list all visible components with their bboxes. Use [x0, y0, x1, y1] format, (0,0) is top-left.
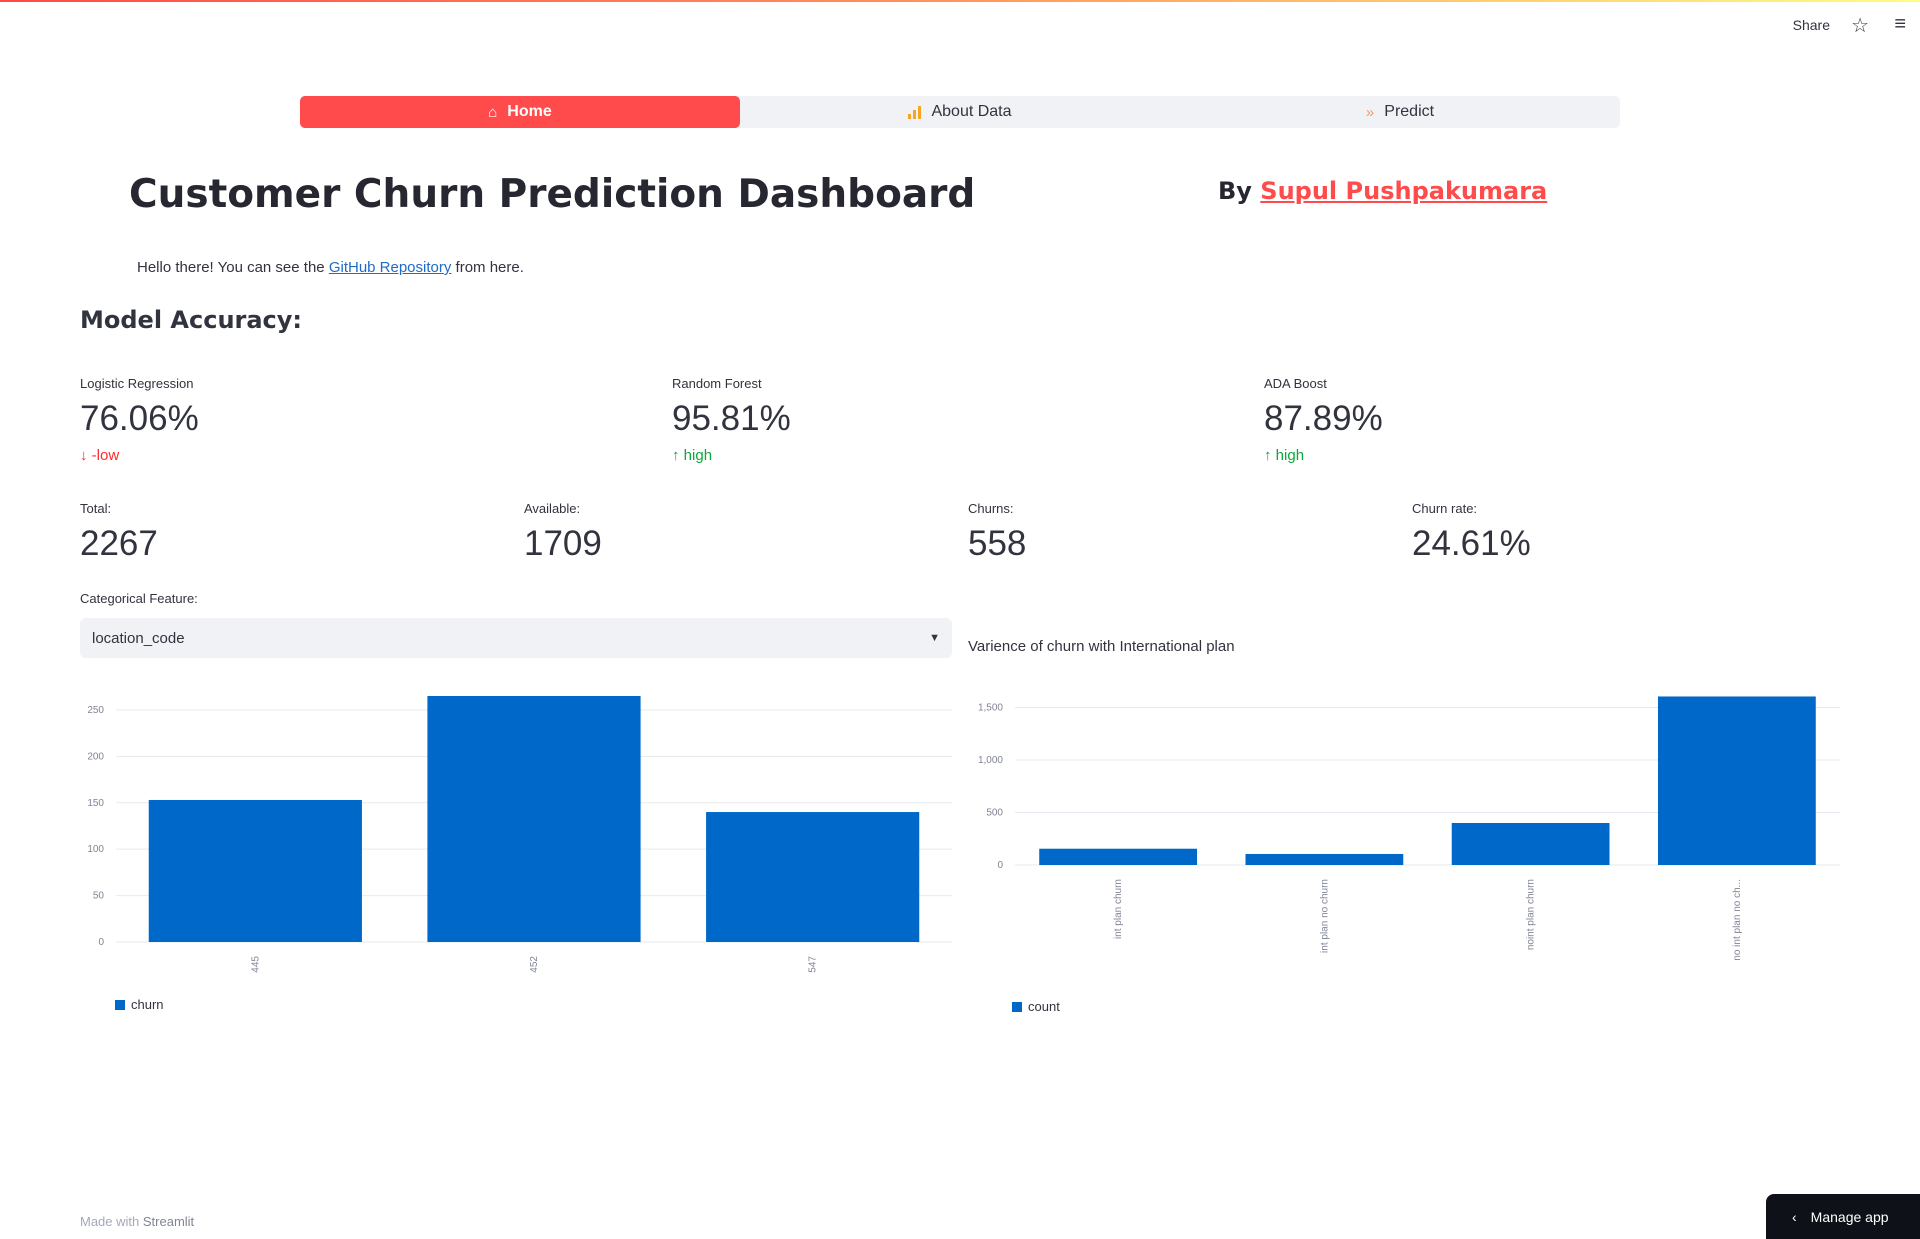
bar-1-0	[148, 799, 362, 942]
churn-by-feature-chart: 0 50 100 150 200 250 445 452 547 churn	[87, 696, 952, 1012]
metric-label: ADA Boost	[1264, 376, 1327, 391]
nav-home[interactable]: ⌂ Home	[300, 96, 740, 128]
chevron-double-right-icon: »	[1365, 103, 1375, 121]
bar-chart-icon	[908, 105, 922, 119]
bar-1-2	[706, 812, 920, 942]
bar-1-1	[427, 696, 641, 942]
navigation-menu: ⌂ Home About Data » Predict	[300, 96, 1620, 128]
metric-delta: ↑ high	[1264, 447, 1383, 464]
metric-logistic-regression: Logistic Regression 76.06% ↓ -low	[80, 376, 199, 464]
y-tick-label: 100	[87, 844, 104, 855]
y-tick-label: 1,000	[978, 755, 1003, 766]
bar-2-3	[1657, 696, 1816, 865]
y-tick-label: 1,500	[978, 703, 1003, 714]
y-tick-label: 50	[93, 891, 105, 902]
legend-swatch	[115, 1000, 125, 1010]
manage-app-button[interactable]: ‹ Manage app	[1766, 1194, 1920, 1239]
x-tick-label: 445	[250, 956, 261, 973]
x-tick-label: noint plan churn	[1526, 879, 1537, 950]
intro-text: Hello there! You can see the GitHub Repo…	[137, 259, 524, 276]
legend-swatch	[1012, 1002, 1022, 1012]
metric-value: 87.89%	[1264, 399, 1383, 438]
metric-delta: ↓ -low	[80, 447, 199, 464]
metric-delta-text: high	[683, 447, 713, 464]
metric-ada-boost: ADA Boost 87.89% ↑ high	[1264, 376, 1383, 464]
metric-value: 95.81%	[672, 399, 791, 438]
metric-random-forest: Random Forest 95.81% ↑ high	[672, 376, 791, 464]
x-tick-label: no int plan no ch...	[1732, 879, 1743, 961]
stat-value: 1709	[524, 524, 602, 563]
legend-label: count	[1028, 999, 1060, 1014]
y-tick-label: 0	[997, 860, 1003, 871]
stat-churns: Churns: 558	[968, 501, 1026, 564]
chevron-left-icon: ‹	[1792, 1208, 1797, 1225]
metric-value: 76.06%	[80, 399, 199, 438]
nav-predict-label: Predict	[1384, 103, 1435, 120]
home-icon: ⌂	[488, 103, 498, 121]
stat-label: Churns:	[968, 501, 1014, 516]
metric-label: Logistic Regression	[80, 376, 194, 391]
stat-value: 558	[968, 524, 1027, 563]
stat-churn-rate: Churn rate: 24.61%	[1412, 501, 1531, 564]
page-title: Customer Churn Prediction Dashboard	[129, 172, 976, 217]
x-tick-label: 547	[808, 956, 819, 973]
by-prefix: By	[1218, 177, 1252, 205]
footer: Made with Streamlit	[80, 1214, 194, 1229]
bar-2-1	[1245, 853, 1404, 865]
nav-about-data[interactable]: About Data	[740, 96, 1180, 128]
star-icon[interactable]: ☆	[1851, 13, 1869, 38]
metric-label: Random Forest	[672, 376, 762, 391]
stat-label: Available:	[524, 501, 581, 516]
stat-value: 24.61%	[1412, 524, 1531, 563]
intro-prefix: Hello there! You can see the	[137, 259, 325, 276]
stat-label: Churn rate:	[1412, 501, 1478, 516]
share-button[interactable]: Share	[1793, 17, 1830, 33]
bar-2-2	[1451, 823, 1610, 865]
legend-label: churn	[131, 997, 164, 1012]
arrow-up-icon: ↑	[1264, 447, 1272, 464]
top-decoration-bar	[0, 0, 1920, 2]
footer-prefix: Made with	[80, 1214, 140, 1229]
nav-about-data-label: About Data	[931, 103, 1012, 120]
y-tick-label: 0	[98, 937, 104, 948]
y-tick-label: 150	[87, 798, 104, 809]
y-tick-label: 500	[986, 808, 1003, 819]
x-tick-label: int plan churn	[1113, 879, 1124, 939]
x-tick-label: int plan no churn	[1319, 879, 1330, 953]
categorical-feature-select[interactable]: location_code ▼	[80, 618, 952, 658]
y-tick-label: 200	[87, 751, 104, 762]
metric-delta: ↑ high	[672, 447, 791, 464]
streamlit-link[interactable]: Streamlit	[143, 1214, 194, 1229]
x-tick-label: 452	[529, 956, 540, 973]
select-value: location_code	[92, 629, 185, 647]
chevron-down-icon: ▼	[929, 632, 940, 644]
metric-delta-text: -low	[91, 447, 120, 464]
chart2-title: Varience of churn with International pla…	[968, 638, 1235, 655]
stat-total: Total: 2267	[80, 501, 158, 564]
github-repository-link[interactable]: GitHub Repository	[329, 259, 452, 276]
nav-home-label: Home	[507, 103, 552, 120]
author-line: By Supul Pushpakumara	[1218, 177, 1547, 205]
arrow-down-icon: ↓	[80, 447, 88, 464]
stat-label: Total:	[80, 501, 112, 516]
manage-app-label: Manage app	[1810, 1208, 1889, 1225]
categorical-feature-label: Categorical Feature:	[80, 591, 198, 606]
stat-available: Available: 1709	[524, 501, 602, 564]
nav-predict[interactable]: » Predict	[1180, 96, 1620, 128]
international-plan-chart: 0 500 1,000 1,500 int plan churn int plan no …	[978, 696, 1840, 1014]
y-tick-label: 250	[87, 705, 104, 716]
metric-delta-text: high	[1275, 447, 1305, 464]
bar-2-0	[1039, 848, 1198, 865]
stat-value: 2267	[80, 524, 158, 563]
intro-suffix: from here.	[455, 259, 524, 276]
model-accuracy-heading: Model Accuracy:	[80, 306, 303, 334]
author-link[interactable]: Supul Pushpakumara	[1260, 177, 1547, 205]
arrow-up-icon: ↑	[672, 447, 680, 464]
hamburger-menu-icon[interactable]: ≡	[1894, 13, 1906, 36]
